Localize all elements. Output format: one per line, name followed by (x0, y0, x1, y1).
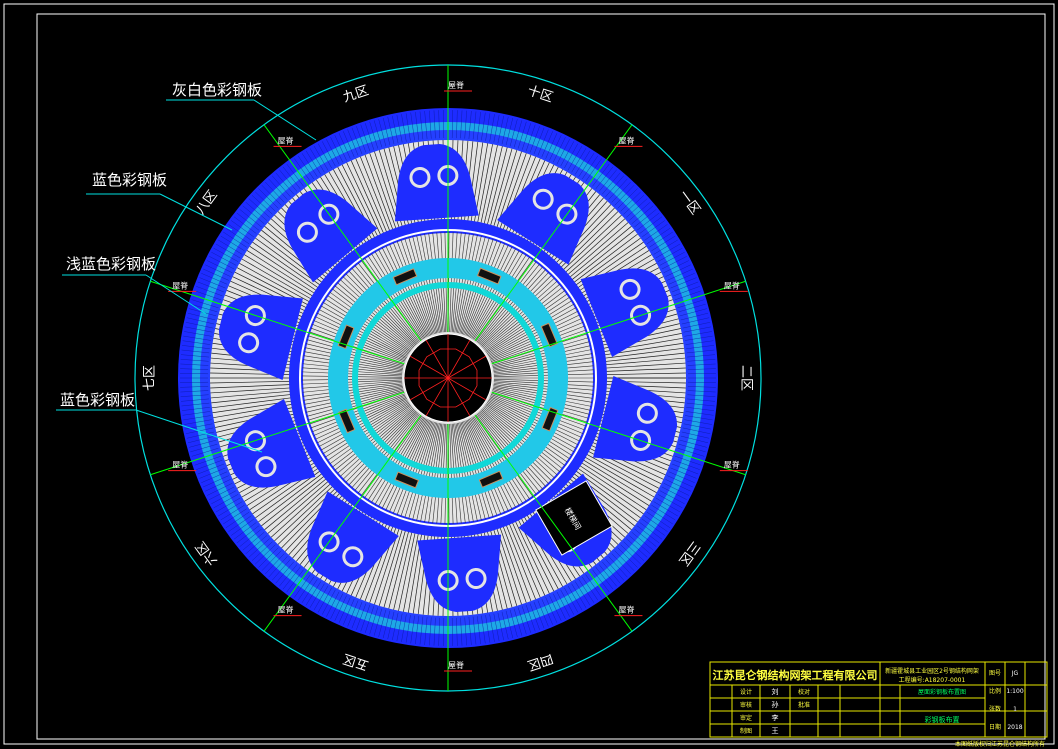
zone-label: 五区 (341, 650, 370, 672)
signature: 李 (772, 713, 779, 722)
zone-label: 七区 (143, 365, 158, 391)
ridge-label: 屋脊 (172, 280, 188, 290)
zone-label: 十区 (525, 83, 554, 105)
signature: 刘 (772, 687, 779, 696)
zone-label: 四区 (525, 650, 554, 672)
right-value: 1:100 (1006, 688, 1023, 695)
title-block: 江苏昆仑钢结构网架工程有限公司 新疆霍城县工业园区2号钢结构网架 工程编号:A1… (709, 661, 1048, 748)
right-value: 2018 (1007, 724, 1022, 731)
right-label: 比例 (989, 687, 1001, 695)
ridge-label: 屋脊 (172, 460, 188, 470)
drawing-subtitle: 彩钢板布置 (925, 715, 960, 724)
zone-label: 一区 (675, 188, 702, 218)
signature: 王 (772, 727, 779, 735)
ridge-label: 屋脊 (448, 80, 464, 90)
company-name: 江苏昆仑钢结构网架工程有限公司 (713, 668, 878, 682)
title-row-label: 审核 (740, 701, 752, 709)
title-row-label: 批准 (798, 701, 810, 709)
ridge-label: 屋脊 (278, 605, 294, 615)
ridge-label: 屋脊 (724, 280, 740, 290)
title-row-label: 制图 (740, 727, 752, 735)
title-row-label: 设计 (740, 688, 752, 696)
roof-layout-drawing: 楼梯间 九区 十区一区二区三区四区五区六区七区八区 屋脊屋脊屋脊屋脊屋脊屋脊屋脊屋… (3, 3, 1055, 748)
ridge-label: 屋脊 (448, 660, 464, 670)
zone-label: 三区 (675, 538, 702, 568)
ridge-label: 屋脊 (278, 135, 294, 145)
callout-1-text: 灰白色彩钢板 (172, 81, 262, 99)
zone-label: 六区 (193, 538, 220, 568)
zone-label: 二区 (739, 365, 754, 391)
title-row-label: 审定 (740, 714, 752, 722)
callout-4-text: 蓝色彩钢板 (60, 391, 135, 409)
drawing-title: 屋面彩钢板布置图 (918, 688, 966, 696)
title-row-label: 校对 (798, 688, 810, 696)
ridge-label: 屋脊 (618, 135, 634, 145)
right-value: 1 (1013, 706, 1017, 713)
right-value: JG (1011, 670, 1019, 677)
callout-3-text: 浅蓝色彩钢板 (66, 255, 156, 273)
callout-2-text: 蓝色彩钢板 (92, 171, 167, 189)
project-line-1: 新疆霍城县工业园区2号钢结构网架 (885, 667, 979, 675)
project-line-2: 工程编号:A18207-0001 (899, 676, 966, 684)
callout-1: 灰白色彩钢板 (166, 81, 317, 141)
ridge-label: 屋脊 (618, 605, 634, 615)
ridge-label: 屋脊 (724, 460, 740, 470)
right-label: 图号 (989, 670, 1001, 677)
right-label: 张数 (989, 705, 1001, 713)
footnote: 本图纸版权归江苏昆仑钢结构所有 (955, 740, 1045, 748)
right-label: 日期 (989, 723, 1001, 731)
zone-label: 八区 (193, 188, 220, 218)
zone-label: 九区 (341, 83, 370, 105)
signature: 孙 (772, 700, 779, 709)
